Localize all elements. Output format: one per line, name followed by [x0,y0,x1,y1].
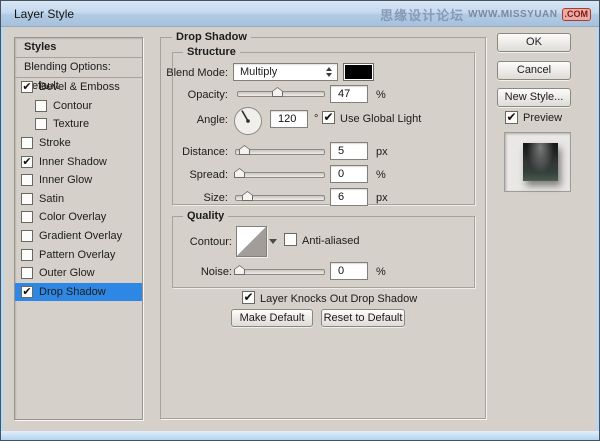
new-style-button[interactable]: New Style... [497,88,571,107]
sidebar-item-label: Gradient Overlay [39,230,123,243]
color-overlay-checkbox[interactable] [21,211,33,224]
size-label: Size: [203,192,228,204]
distance-slider-thumb[interactable] [239,145,250,155]
distance-label: Distance: [182,146,228,158]
style-preview-thumbnail [523,143,558,181]
drop-shadow-checkbox[interactable]: ✔ [21,285,33,298]
size-unit: px [376,192,388,204]
sidebar-item-inner-glow[interactable]: Inner Glow [15,171,142,190]
page-title: Drop Shadow [172,31,251,43]
sidebar-item-satin[interactable]: Satin [15,190,142,209]
spread-input[interactable] [330,165,368,183]
ok-button[interactable]: OK [497,33,571,52]
shadow-color-swatch[interactable] [343,63,374,81]
use-global-light-checkbox[interactable]: ✔ [322,111,335,124]
outer-glow-checkbox[interactable] [21,267,33,280]
sidebar-item-label: Color Overlay [39,211,107,224]
sidebar-item-label: Inner Shadow [39,155,107,168]
size-slider-thumb[interactable] [242,191,253,201]
contour-thumbnail[interactable] [236,226,267,257]
contour-checkbox[interactable] [35,99,47,112]
distance-input[interactable] [330,142,368,160]
sidebar-item-label: Satin [39,192,65,205]
contour-picker-arrow-icon[interactable] [269,239,277,244]
angle-label: Angle: [196,114,228,126]
preview-checkbox[interactable]: ✔ [505,111,518,124]
bevel-emboss-checkbox[interactable]: ✔ [21,81,33,94]
sidebar-item-pattern-overlay[interactable]: Pattern Overlay [15,245,142,264]
spread-unit: % [376,169,386,181]
sidebar-item-label: Texture [53,118,90,131]
sidebar-item-contour[interactable]: Contour [15,97,142,116]
opacity-label: Opacity: [187,89,228,101]
preview-label: Preview [523,112,563,124]
watermark-url-text: www.missyuan [468,9,558,20]
window-title: Layer Style [14,7,75,21]
blend-mode-select[interactable]: Multiply [233,63,338,81]
style-preview-box [504,132,571,192]
noise-slider-thumb[interactable] [234,265,245,275]
size-input[interactable] [330,188,368,206]
contour-label: Contour: [189,236,232,248]
texture-checkbox[interactable] [35,118,47,131]
select-arrows-icon [326,67,332,77]
sidebar-item-texture[interactable]: Texture [15,115,142,134]
anti-aliased-checkbox[interactable] [284,233,297,246]
gradient-overlay-checkbox[interactable] [21,230,33,243]
noise-input[interactable] [330,262,368,280]
quality-legend: Quality [183,210,229,222]
sidebar-item-color-overlay[interactable]: Color Overlay [15,208,142,227]
angle-input[interactable] [270,110,308,128]
noise-unit: % [376,266,386,278]
inner-glow-checkbox[interactable] [21,174,33,187]
title-bar[interactable]: Layer Style 思缘设计论坛 www.missyuan .com [1,1,599,27]
blend-mode-label: Blend Mode: [166,67,228,79]
opacity-input[interactable] [330,85,368,103]
styles-list: Styles Blending Options: Default ✔ Bevel… [14,37,143,420]
inner-shadow-checkbox[interactable]: ✔ [21,155,33,168]
sidebar-item-blending-options[interactable]: Blending Options: Default [15,58,142,92]
opacity-unit: % [376,89,386,101]
sidebar-item-label: Drop Shadow [39,285,106,298]
blend-mode-value: Multiply [240,66,278,78]
sidebar-item-outer-glow[interactable]: Outer Glow [15,264,142,283]
sidebar-item-label: Pattern Overlay [39,248,116,261]
watermark-badge: .com [561,8,591,21]
cancel-button[interactable]: Cancel [497,61,571,80]
distance-unit: px [376,146,388,158]
layer-style-dialog: Layer Style 思缘设计论坛 www.missyuan .com Sty… [0,0,600,441]
sidebar-item-gradient-overlay[interactable]: Gradient Overlay [15,227,142,246]
spread-slider-track[interactable] [235,172,325,178]
angle-unit: ° [314,113,319,125]
noise-label: Noise: [200,266,232,278]
watermark-chinese-text: 思缘设计论坛 [380,8,465,23]
sidebar-item-label: Outer Glow [39,267,95,280]
sidebar-item-drop-shadow[interactable]: ✔ Drop Shadow [15,282,142,302]
make-default-button[interactable]: Make Default [231,309,313,327]
structure-legend: Structure [183,46,240,58]
spread-slider-thumb[interactable] [234,168,245,178]
sidebar-item-stroke[interactable]: Stroke [15,134,142,153]
spread-label: Spread: [189,169,228,181]
pattern-overlay-checkbox[interactable] [21,248,33,261]
layer-knockout-checkbox[interactable]: ✔ [242,291,255,304]
noise-slider-track[interactable] [235,269,325,275]
styles-list-header: Styles [15,38,142,58]
window-bottom-border [1,431,599,440]
sidebar-item-label: Stroke [39,137,71,150]
reset-to-default-button[interactable]: Reset to Default [321,309,405,327]
opacity-slider-thumb[interactable] [272,87,283,97]
angle-dial[interactable] [233,106,263,136]
stroke-checkbox[interactable] [21,137,33,150]
sidebar-item-label: Inner Glow [39,174,93,187]
sidebar-item-inner-shadow[interactable]: ✔ Inner Shadow [15,152,142,171]
layer-knockout-label: Layer Knocks Out Drop Shadow [260,293,418,305]
use-global-light-label: Use Global Light [340,113,422,125]
sidebar-item-label: Bevel & Emboss [39,81,120,94]
anti-aliased-label: Anti-aliased [302,235,360,247]
sidebar-item-label: Contour [53,99,93,112]
watermark: 思缘设计论坛 www.missyuan .com [380,5,591,24]
satin-checkbox[interactable] [21,192,33,205]
